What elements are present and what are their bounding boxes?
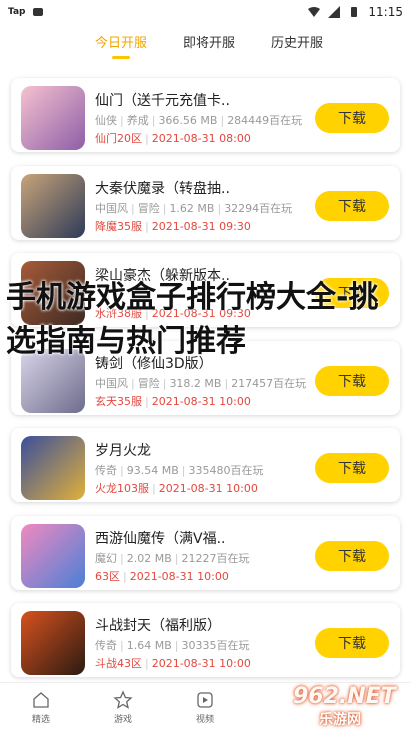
game-server-info: 火龙103服 | 2021-08-31 10:00 xyxy=(95,482,258,495)
status-time: 11:15 xyxy=(368,5,403,19)
nav-item-video[interactable]: 视频 xyxy=(164,683,246,732)
server-open-time: 2021-08-31 09:30 xyxy=(151,219,251,233)
game-thumbnail[interactable] xyxy=(21,436,85,500)
tab-upcoming[interactable]: 即将开服 xyxy=(183,32,235,57)
game-server-info: 降魔35服 | 2021-08-31 09:30 xyxy=(95,219,251,233)
game-thumbnail[interactable] xyxy=(21,611,85,675)
game-meta: 传奇 | 1.64 MB | 30335百在玩 xyxy=(95,639,250,652)
server-open-time: 2021-08-31 10:00 xyxy=(151,657,251,670)
game-card[interactable]: 岁月火龙传奇 | 93.54 MB | 335480百在玩 火龙103服 | 2021-08-… xyxy=(11,428,400,502)
status-bar: Tap 11:15 xyxy=(0,0,411,24)
server-name: 仙门20区 xyxy=(95,132,142,145)
wifi-icon xyxy=(308,7,321,17)
game-card[interactable]: 西游仙魔传（满V福.. 魔幻 | 2.02 MB | 21227百在玩 63区 | 2021-0… xyxy=(11,515,400,590)
watermark-subtext: 乐游网 xyxy=(319,712,361,728)
video-icon xyxy=(197,692,213,708)
server-name: 玄天35服 xyxy=(95,394,142,408)
game-meta-item: 284449百在玩 xyxy=(227,114,303,127)
game-meta-item: 养成 xyxy=(126,114,149,127)
game-meta-item: 21227百在玩 xyxy=(181,551,250,565)
game-name: 仙门（送千元充值卡.. xyxy=(95,93,230,109)
game-meta-item: 中国风 xyxy=(95,376,128,390)
server-open-time: 2021-08-31 10:00 xyxy=(151,394,251,408)
watermark-logo: 962.NET 乐游网 xyxy=(275,684,405,728)
game-server-info: 斗战43区 | 2021-08-31 10:00 xyxy=(95,657,251,670)
game-thumbnail[interactable] xyxy=(21,523,85,588)
game-meta-item: 仙侠 xyxy=(95,114,117,127)
download-button[interactable]: 下载 xyxy=(315,453,389,483)
watermark-text: 962.NET xyxy=(293,684,396,709)
game-meta-item: 366.56 MB xyxy=(158,114,218,127)
nav-label-featured: 精选 xyxy=(31,715,50,725)
game-name: 斗战封天（福利版） xyxy=(95,618,221,634)
game-server-info: 玄天35服 | 2021-08-31 10:00 xyxy=(95,394,251,408)
game-meta: 中国风 | 冒险 | 1.62 MB | 32294百在玩 xyxy=(95,201,293,215)
battery-icon xyxy=(351,7,358,17)
game-meta-item: 217457百在玩 xyxy=(231,376,307,390)
game-card[interactable]: 仙门（送千元充值卡.. 仙侠 | 养成 | 366.56 MB | 284449百在玩 仙门20… xyxy=(11,78,400,152)
signal-icon xyxy=(328,6,341,18)
server-name: 降魔35服 xyxy=(95,219,142,233)
game-server-info: 仙门20区 | 2021-08-31 08:00 xyxy=(95,132,251,145)
server-name: 火龙103服 xyxy=(95,482,149,495)
tab-bar: 今日开服 即将开服 历史开服 xyxy=(0,24,411,64)
article-title-overlay: 手机游戏盒子排行榜大全-挑选指南与热门推荐 xyxy=(6,280,379,359)
notification-icon xyxy=(32,8,43,16)
game-meta-item: 冒险 xyxy=(137,376,160,390)
server-open-time: 2021-08-31 08:00 xyxy=(151,132,251,145)
game-thumbnail[interactable] xyxy=(21,86,85,150)
tab-today[interactable]: 今日开服 xyxy=(95,32,147,57)
game-meta-item: 传奇 xyxy=(95,639,117,652)
game-card[interactable]: 斗战封天（福利版） 传奇 | 1.64 MB | 30335百在玩 斗战43区 | 2021-0… xyxy=(11,603,400,677)
game-meta: 传奇 | 93.54 MB | 335480百在玩 xyxy=(95,464,264,477)
star-icon xyxy=(113,690,133,709)
game-meta-item: 2.02 MB xyxy=(126,551,172,565)
game-name: 大秦伏魔录（转盘抽.. xyxy=(95,180,230,197)
download-button[interactable]: 下载 xyxy=(315,540,389,571)
download-button[interactable]: 下载 xyxy=(315,628,389,658)
server-name: 63区 xyxy=(95,569,120,583)
nav-item-games[interactable]: 游戏 xyxy=(82,683,164,732)
game-meta-item: 93.54 MB xyxy=(126,464,179,477)
download-button[interactable]: 下载 xyxy=(315,103,389,133)
game-server-info: 63区 | 2021-08-31 10:00 xyxy=(95,569,229,583)
status-app-label: Tap xyxy=(8,7,26,17)
server-name: 斗战43区 xyxy=(95,657,142,670)
server-open-time: 2021-08-31 10:00 xyxy=(129,569,229,583)
game-meta-item: 1.64 MB xyxy=(126,639,172,652)
game-meta: 中国风 | 冒险 | 318.2 MB | 217457百在玩 xyxy=(95,376,307,390)
game-meta-item: 魔幻 xyxy=(95,551,117,565)
game-meta: 仙侠 | 养成 | 366.56 MB | 284449百在玩 xyxy=(95,114,303,127)
nav-item-featured[interactable]: 精选 xyxy=(0,683,82,732)
game-name: 西游仙魔传（满V福.. xyxy=(95,530,226,547)
game-meta-item: 中国风 xyxy=(95,201,128,215)
game-meta-item: 冒险 xyxy=(137,201,160,215)
game-card[interactable]: 大秦伏魔录（转盘抽.. 中国风 | 冒险 | 1.62 MB | 32294百在玩 降魔35服 |… xyxy=(11,165,400,240)
game-name: 岁月火龙 xyxy=(95,443,151,459)
game-meta-item: 30335百在玩 xyxy=(181,639,250,652)
nav-label-games: 游戏 xyxy=(113,715,132,725)
download-button[interactable]: 下载 xyxy=(315,190,389,221)
game-meta-item: 318.2 MB xyxy=(169,376,222,390)
download-button[interactable]: 下载 xyxy=(315,365,389,396)
game-thumbnail[interactable] xyxy=(21,173,85,238)
game-meta-item: 1.62 MB xyxy=(169,201,215,215)
tab-history[interactable]: 历史开服 xyxy=(271,32,323,57)
game-meta-item: 335480百在玩 xyxy=(188,464,264,477)
server-open-time: 2021-08-31 10:00 xyxy=(158,482,258,495)
game-meta-item: 传奇 xyxy=(95,464,117,477)
game-meta: 魔幻 | 2.02 MB | 21227百在玩 xyxy=(95,551,250,565)
nav-label-video: 视频 xyxy=(195,715,214,725)
home-icon xyxy=(33,692,49,708)
game-meta-item: 32294百在玩 xyxy=(224,201,293,215)
